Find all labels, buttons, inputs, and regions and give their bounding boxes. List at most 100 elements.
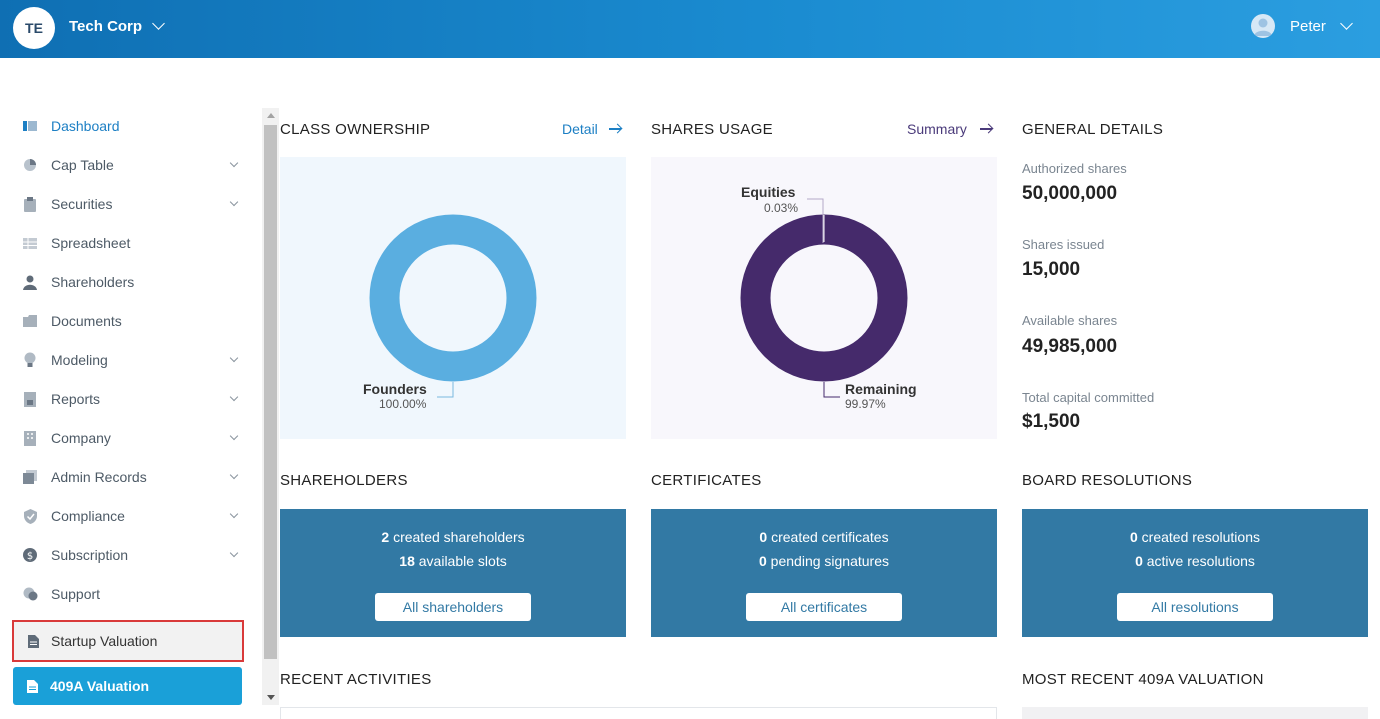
chevron-down-icon[interactable] [229, 353, 239, 363]
org-chevron-down-icon[interactable] [152, 17, 165, 30]
equities-percent: 0.03% [764, 201, 799, 215]
sidebar-item-label: Shareholders [51, 274, 135, 290]
sidebar-item-label: Modeling [51, 352, 108, 368]
chevron-down-icon[interactable] [229, 197, 239, 207]
shares-issued-label: Shares issued [1022, 237, 1105, 252]
shares-issued-value: 15,000 [1022, 259, 1081, 280]
sidebar-scrollbar[interactable] [262, 108, 279, 705]
support-icon [22, 586, 38, 602]
chevron-down-icon[interactable] [229, 509, 239, 519]
total-capital-committed-label: Total capital committed [1022, 390, 1155, 405]
spreadsheet-icon [22, 235, 38, 251]
most-recent-409a-valuation-title: MOST RECENT 409A VALUATION [1022, 671, 1264, 688]
user-chevron-down-icon[interactable] [1340, 17, 1353, 30]
sidebar-item-label: Company [51, 430, 111, 446]
general-details-title: GENERAL DETAILS [1022, 121, 1164, 138]
svg-text:$: $ [27, 551, 33, 562]
resolutions-created-line: 0 created resolutions [1130, 529, 1260, 545]
certificates-card: 0 created certificates 0 pending signatu… [651, 509, 997, 637]
sidebar-item-compliance[interactable]: Compliance [22, 504, 247, 528]
class-ownership-title: CLASS OWNERSHIP [280, 121, 431, 138]
class-ownership-donut-chart [369, 214, 537, 398]
org-avatar[interactable]: TE [13, 7, 55, 49]
sidebar-item-label: Admin Records [51, 469, 147, 485]
scroll-down-arrow-icon[interactable] [267, 695, 275, 700]
org-name[interactable]: Tech Corp [69, 18, 142, 35]
scroll-up-arrow-icon[interactable] [267, 113, 275, 118]
certificates-created-line: 0 created certificates [759, 529, 889, 545]
user-avatar-icon[interactable] [1251, 14, 1275, 38]
sidebar-item-support[interactable]: Support [22, 582, 247, 606]
sidebar-item-shareholders[interactable]: Shareholders [22, 270, 247, 294]
founders-percent: 100.00% [379, 397, 427, 411]
all-resolutions-button[interactable]: All resolutions [1117, 593, 1273, 621]
person-icon [22, 274, 38, 290]
class-ownership-chart-panel: Founders 100.00% [280, 157, 626, 439]
sidebar-item-409a-valuation[interactable]: 409A Valuation [13, 667, 242, 705]
founders-label: Founders [363, 381, 427, 397]
sidebar-item-label: Spreadsheet [51, 235, 131, 251]
sidebar-item-startup-valuation[interactable]: Startup Valuation [12, 620, 244, 662]
sidebar-item-label: Reports [51, 391, 101, 407]
sidebar-item-cap-table[interactable]: Cap Table [22, 153, 247, 177]
summary-link[interactable]: Summary [907, 121, 967, 137]
report-icon [22, 391, 38, 407]
user-name[interactable]: Peter [1290, 18, 1326, 35]
pie-chart-icon [22, 157, 38, 173]
dollar-icon: $ [22, 547, 38, 563]
sidebar-item-modeling[interactable]: Modeling [22, 348, 247, 372]
board-resolutions-card: 0 created resolutions 0 active resolutio… [1022, 509, 1368, 637]
scrollbar-thumb[interactable] [264, 125, 277, 659]
sidebar-item-label: 409A Valuation [50, 678, 150, 694]
authorized-shares-label: Authorized shares [1022, 161, 1127, 176]
shareholders-created-line: 2 created shareholders [381, 529, 525, 545]
founders-leader-line [437, 382, 454, 398]
sidebar-item-label: Cap Table [51, 157, 114, 173]
lightbulb-icon [22, 352, 38, 368]
409a-valuation-panel [1022, 707, 1368, 719]
sidebar-item-label: Subscription [51, 547, 129, 563]
sidebar-item-subscription[interactable]: $ Subscription [22, 543, 247, 567]
sidebar-item-spreadsheet[interactable]: Spreadsheet [22, 231, 247, 255]
shares-usage-chart-panel: Equities 0.03% Remaining 99.97% [651, 157, 997, 439]
clipboard-icon [22, 196, 38, 212]
sidebar-item-label: Securities [51, 196, 113, 212]
board-resolutions-title: BOARD RESOLUTIONS [1022, 472, 1193, 489]
top-navigation-bar: TE Tech Corp Peter [0, 0, 1380, 58]
available-shares-label: Available shares [1022, 313, 1118, 328]
certificates-pending-line: 0 pending signatures [759, 553, 889, 569]
resolutions-active-line: 0 active resolutions [1135, 553, 1255, 569]
sidebar-item-documents[interactable]: Documents [22, 309, 247, 333]
shareholders-title: SHAREHOLDERS [280, 472, 408, 489]
founders-slice [369, 214, 537, 382]
chevron-down-icon[interactable] [229, 392, 239, 402]
arrow-right-icon[interactable] [980, 128, 992, 130]
building-icon [22, 430, 38, 446]
chevron-down-icon[interactable] [229, 470, 239, 480]
recent-activities-panel [280, 707, 997, 719]
folder-icon [22, 313, 38, 329]
sidebar: Dashboard Cap Table Securities Spreadshe… [0, 108, 262, 708]
all-certificates-button[interactable]: All certificates [746, 593, 902, 621]
detail-link[interactable]: Detail [562, 121, 598, 137]
arrow-right-icon[interactable] [609, 128, 621, 130]
shield-icon [22, 508, 38, 524]
total-capital-committed-value: $1,500 [1022, 411, 1081, 432]
remaining-label: Remaining [845, 381, 917, 397]
recent-activities-title: RECENT ACTIVITIES [280, 671, 432, 688]
authorized-shares-value: 50,000,000 [1022, 183, 1118, 204]
remaining-slice [740, 214, 908, 382]
sidebar-item-company[interactable]: Company [22, 426, 247, 450]
sidebar-item-dashboard[interactable]: Dashboard [22, 114, 247, 138]
certificates-title: CERTIFICATES [651, 472, 762, 489]
sidebar-item-reports[interactable]: Reports [22, 387, 247, 411]
sidebar-item-admin-records[interactable]: Admin Records [22, 465, 247, 489]
chevron-down-icon[interactable] [229, 158, 239, 168]
chevron-down-icon[interactable] [229, 431, 239, 441]
all-shareholders-button[interactable]: All shareholders [375, 593, 531, 621]
document-icon [27, 679, 38, 693]
chevron-down-icon[interactable] [229, 548, 239, 558]
sidebar-item-securities[interactable]: Securities [22, 192, 247, 216]
document-icon [28, 634, 39, 648]
sidebar-item-label: Dashboard [51, 118, 120, 134]
